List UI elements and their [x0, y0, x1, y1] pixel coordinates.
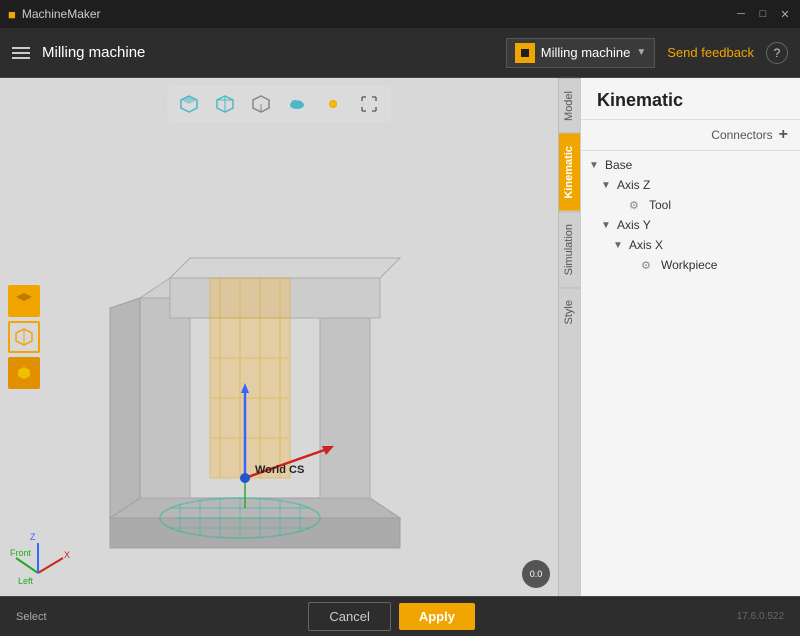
version-text: 17.6.0.522: [737, 611, 784, 622]
toggle-base: ▼: [589, 160, 601, 171]
dropdown-arrow-icon: ▼: [636, 47, 646, 58]
titlebar: ■ MachineMaker ─ □ ✕: [0, 0, 800, 28]
tree-label-workpiece: Workpiece: [661, 258, 717, 272]
tab-kinematic[interactable]: Kinematic: [559, 133, 580, 211]
tree-node-base[interactable]: ▼ Base: [581, 155, 800, 175]
tab-style[interactable]: Style: [559, 287, 580, 336]
svg-text:Left: Left: [18, 576, 34, 586]
tree-node-axis-y[interactable]: ▼ Axis Y: [581, 215, 800, 235]
send-feedback-button[interactable]: Send feedback: [667, 45, 754, 60]
tab-simulation[interactable]: Simulation: [559, 211, 580, 287]
tree-node-axis-x[interactable]: ▼ Axis X: [581, 235, 800, 255]
svg-text:Front: Front: [10, 548, 32, 558]
tree-node-tool[interactable]: ⚙ Tool: [581, 195, 800, 215]
titlebar-left: ■ MachineMaker: [8, 7, 101, 22]
right-panel: Kinematic Connectors + ▼ Base ▼ Axis Z ⚙…: [580, 78, 800, 596]
status-text: Select: [16, 611, 47, 623]
machine-selector[interactable]: Milling machine ▼: [506, 38, 656, 68]
connectors-bar: Connectors +: [581, 120, 800, 151]
tool-icon: ⚙: [629, 199, 645, 212]
camera-view-label: 0.0: [530, 569, 543, 579]
workpiece-icon: ⚙: [641, 259, 657, 272]
tree-label-axis-z: Axis Z: [617, 178, 650, 192]
toggle-axis-y: ▼: [601, 220, 613, 231]
kinematic-tree: ▼ Base ▼ Axis Z ⚙ Tool ▼ Axis Y ▼ A: [581, 151, 800, 596]
bottom-actions: Cancel Apply: [308, 602, 475, 631]
svg-text:Z: Z: [30, 532, 36, 542]
add-connector-button[interactable]: +: [779, 126, 788, 144]
tree-label-base: Base: [605, 158, 632, 172]
tree-label-axis-x: Axis X: [629, 238, 663, 252]
app-logo-icon: ■: [8, 7, 16, 22]
titlebar-controls: ─ □ ✕: [734, 7, 792, 21]
tree-node-workpiece[interactable]: ⚙ Workpiece: [581, 255, 800, 275]
machine-selector-label: Milling machine: [541, 45, 631, 60]
cube-view-outline-button[interactable]: [8, 321, 40, 353]
viewport[interactable]: World CS X Front Z Left: [0, 78, 558, 596]
hamburger-menu[interactable]: [12, 47, 30, 59]
svg-text:X: X: [64, 550, 70, 560]
main-toolbar: Milling machine Milling machine ▼ Send f…: [0, 28, 800, 78]
sidebar-tabs: Model Kinematic Simulation Style: [558, 78, 580, 596]
ham-line-3: [12, 57, 30, 59]
tree-label-axis-y: Axis Y: [617, 218, 651, 232]
tab-model[interactable]: Model: [559, 78, 580, 133]
minimize-button[interactable]: ─: [734, 7, 748, 21]
tree-node-axis-z[interactable]: ▼ Axis Z: [581, 175, 800, 195]
app-title: Milling machine: [42, 44, 494, 61]
help-button[interactable]: ?: [766, 42, 788, 64]
3d-scene: World CS: [0, 78, 558, 596]
camera-view-button[interactable]: 0.0: [522, 560, 550, 588]
close-button[interactable]: ✕: [778, 7, 792, 21]
apply-button[interactable]: Apply: [399, 603, 475, 630]
connectors-label: Connectors: [711, 128, 772, 142]
content-area: World CS X Front Z Left: [0, 78, 800, 596]
tree-label-tool: Tool: [649, 198, 671, 212]
axis-indicator: X Front Z Left: [8, 528, 78, 588]
panel-title: Kinematic: [581, 78, 800, 120]
machine-icon: [515, 43, 535, 63]
maximize-button[interactable]: □: [756, 7, 770, 21]
machine-svg: World CS: [20, 118, 490, 596]
bottom-bar: Select Cancel Apply 17.6.0.522: [0, 596, 800, 636]
ham-line-1: [12, 47, 30, 49]
app-name: MachineMaker: [22, 7, 101, 21]
ham-line-2: [12, 52, 30, 54]
cancel-button[interactable]: Cancel: [308, 602, 390, 631]
svg-text:World CS: World CS: [255, 464, 304, 476]
left-floating-tools: [8, 285, 40, 389]
toggle-axis-z: ▼: [601, 180, 613, 191]
cube-view-solid-button[interactable]: [8, 285, 40, 317]
cube-view-small-button[interactable]: [8, 357, 40, 389]
toggle-axis-x: ▼: [613, 240, 625, 251]
